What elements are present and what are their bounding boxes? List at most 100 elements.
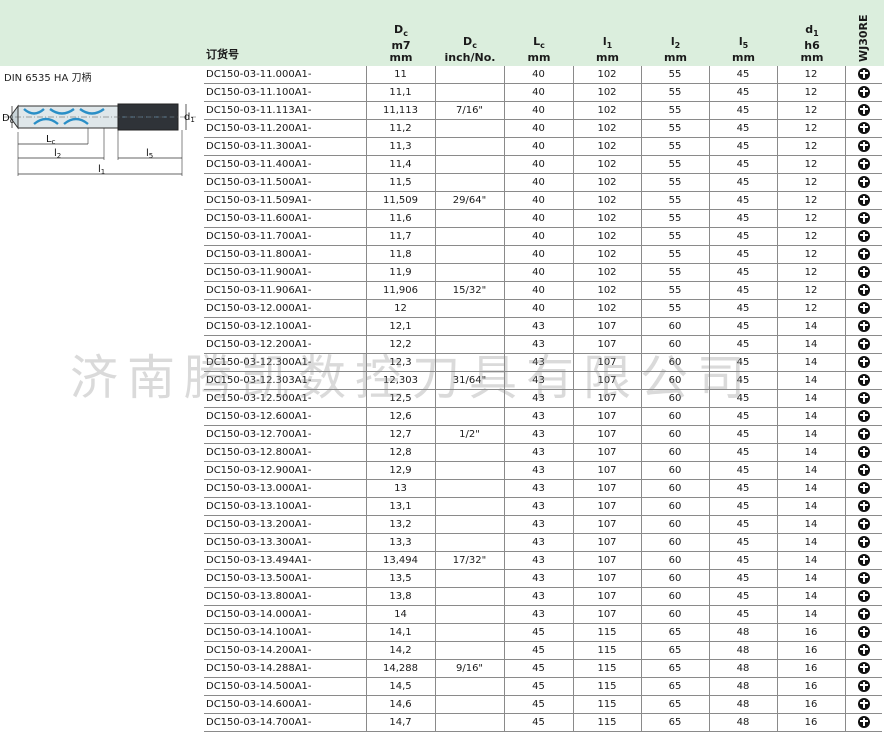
value-cell: 43 [504, 587, 574, 606]
value-cell: 107 [573, 551, 642, 570]
value-cell: 14,6 [365, 695, 436, 714]
product-table: DC150-03-11.000A1- 11 40 102 55 45 12 DC150-03-… [204, 66, 882, 732]
value-cell: 55 [641, 245, 710, 264]
value-cell: 43 [504, 515, 574, 534]
value-cell: 14 [777, 605, 846, 624]
value-cell: 40 [504, 245, 574, 264]
table-row: DC150-03-13.800A1- 13,8 43 107 60 45 14 [204, 587, 882, 606]
stock-cell [845, 551, 882, 570]
order-number-cell: DC150-03-13.800A1- [204, 587, 366, 606]
value-cell: 107 [573, 335, 642, 354]
value-cell: 45 [709, 245, 778, 264]
value-cell: 12,6 [365, 407, 436, 426]
value-cell: 60 [641, 533, 710, 552]
value-cell [435, 83, 505, 102]
stock-cell [845, 155, 882, 174]
stock-cell [845, 623, 882, 642]
value-cell: 14 [777, 569, 846, 588]
value-cell: 60 [641, 461, 710, 480]
stock-cell [845, 425, 882, 444]
value-cell: 11,8 [365, 245, 436, 264]
value-cell: 14,288 [365, 659, 436, 678]
value-cell: 40 [504, 299, 574, 318]
value-cell: 40 [504, 173, 574, 192]
value-cell: 15/32" [435, 281, 505, 300]
value-cell: 11,4 [365, 155, 436, 174]
stock-available-icon [857, 572, 870, 584]
stock-cell [845, 479, 882, 498]
order-number-cell: DC150-03-12.800A1- [204, 443, 366, 462]
stock-available-icon [857, 356, 870, 368]
order-number-cell: DC150-03-11.800A1- [204, 245, 366, 264]
value-cell: 12 [777, 137, 846, 156]
value-cell: 102 [573, 83, 642, 102]
value-cell: 43 [504, 425, 574, 444]
value-cell: 55 [641, 281, 710, 300]
value-cell [435, 155, 505, 174]
value-cell: 12,2 [365, 335, 436, 354]
table-row: DC150-03-11.700A1- 11,7 40 102 55 45 12 [204, 227, 882, 246]
value-cell: 43 [504, 317, 574, 336]
value-cell: 115 [573, 695, 642, 714]
value-cell: 60 [641, 587, 710, 606]
table-row: DC150-03-12.000A1- 12 40 102 55 45 12 [204, 299, 882, 318]
value-cell: 115 [573, 641, 642, 660]
value-cell: 60 [641, 407, 710, 426]
stock-cell [845, 605, 882, 624]
stock-cell [845, 263, 882, 282]
value-cell: 55 [641, 299, 710, 318]
stock-cell [845, 245, 882, 264]
header-d1: d1 h6 mm [800, 22, 824, 64]
value-cell: 107 [573, 461, 642, 480]
table-row: DC150-03-13.500A1- 13,5 43 107 60 45 14 [204, 569, 882, 588]
value-cell: 40 [504, 227, 574, 246]
value-cell: 13 [365, 479, 436, 498]
value-cell [435, 335, 505, 354]
value-cell: 11,6 [365, 209, 436, 228]
value-cell: 102 [573, 137, 642, 156]
table-row: DC150-03-14.600A1- 14,6 45 115 65 48 16 [204, 695, 882, 714]
value-cell: 11 [365, 66, 436, 84]
stock-cell [845, 101, 882, 120]
value-cell: 1/2" [435, 425, 505, 444]
stock-cell [845, 659, 882, 678]
value-cell: 102 [573, 101, 642, 120]
stock-cell [845, 209, 882, 228]
value-cell: 55 [641, 83, 710, 102]
value-cell [435, 263, 505, 282]
stock-cell [845, 83, 882, 102]
value-cell [435, 605, 505, 624]
stock-cell [845, 66, 882, 84]
value-cell: 65 [641, 659, 710, 678]
stock-available-icon [857, 662, 870, 674]
header-l5: l5 mm [732, 34, 755, 64]
stock-available-icon [857, 410, 870, 422]
table-row: DC150-03-11.100A1- 11,1 40 102 55 45 12 [204, 83, 882, 102]
table-row: DC150-03-11.500A1- 11,5 40 102 55 45 12 [204, 173, 882, 192]
order-number-cell: DC150-03-12.600A1- [204, 407, 366, 426]
value-cell: 13,494 [365, 551, 436, 570]
value-cell: 43 [504, 353, 574, 372]
value-cell: 14 [777, 425, 846, 444]
value-cell [435, 461, 505, 480]
value-cell: 7/16" [435, 101, 505, 120]
order-number-cell: DC150-03-13.494A1- [204, 551, 366, 570]
order-number-cell: DC150-03-14.600A1- [204, 695, 366, 714]
stock-available-icon [857, 716, 870, 728]
svg-text:l5: l5 [146, 148, 153, 160]
value-cell: 11,1 [365, 83, 436, 102]
value-cell: 12 [777, 191, 846, 210]
stock-cell [845, 281, 882, 300]
table-row: DC150-03-13.200A1- 13,2 43 107 60 45 14 [204, 515, 882, 534]
value-cell: 40 [504, 83, 574, 102]
table-row: DC150-03-11.113A1- 11,113 7/16" 40 102 55 45 12 [204, 101, 882, 120]
table-row: DC150-03-11.800A1- 11,8 40 102 55 45 12 [204, 245, 882, 264]
value-cell: 40 [504, 263, 574, 282]
table-row: DC150-03-14.500A1- 14,5 45 115 65 48 16 [204, 677, 882, 696]
value-cell: 43 [504, 389, 574, 408]
stock-cell [845, 569, 882, 588]
stock-cell [845, 353, 882, 372]
stock-cell [845, 191, 882, 210]
value-cell: 107 [573, 317, 642, 336]
table-row: DC150-03-14.100A1- 14,1 45 115 65 48 16 [204, 623, 882, 642]
